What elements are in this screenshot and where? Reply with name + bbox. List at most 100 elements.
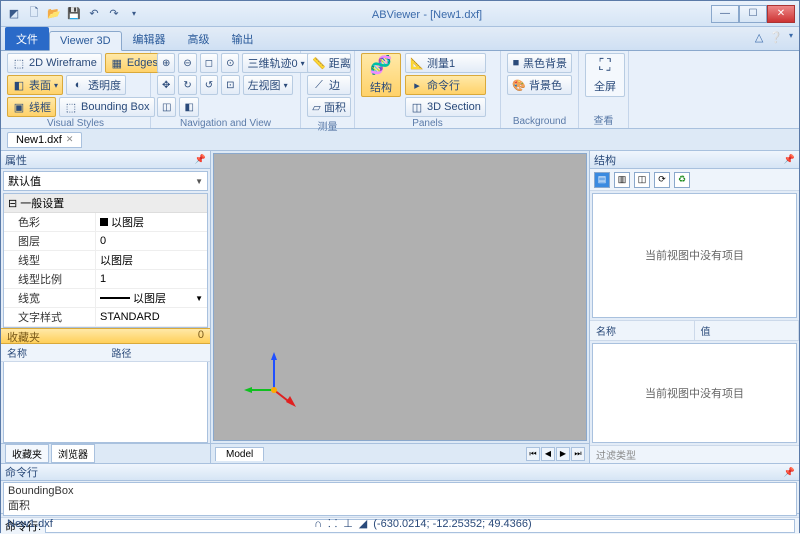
tab-advanced[interactable]: 高级	[177, 27, 221, 50]
ribbon: ⬚2D Wireframe ▦Edges ◧表面▾ ◐透明度 ▣线框 ⬚Boun…	[1, 51, 799, 129]
cmdline-button[interactable]: ▸命令行	[405, 75, 486, 95]
close-button[interactable]: ✕	[767, 5, 795, 23]
title-bar: ◩ 🗋 📂 💾 ↶ ↷ ▾ ABViewer - [New1.dxf] — ☐ …	[1, 1, 799, 27]
maximize-button[interactable]: ☐	[739, 5, 767, 23]
structure-title: 结构	[594, 152, 616, 168]
combo-value: 默认值	[8, 173, 41, 189]
scroll-first-icon[interactable]: ⏮	[526, 447, 540, 461]
ribbon-minimize-icon[interactable]: △	[755, 31, 763, 44]
app-name: ABViewer	[372, 9, 420, 21]
open-icon[interactable]: 📂	[45, 5, 63, 23]
command-header: 命令行 📌	[1, 464, 799, 481]
struct-btn5[interactable]: ♻	[674, 172, 690, 188]
tab-favorites[interactable]: 收藏夹	[5, 444, 49, 463]
group-measure: 测量	[307, 117, 348, 134]
bgcolor-icon: 🎨	[512, 78, 526, 92]
scroll-prev-icon[interactable]: ◀	[541, 447, 555, 461]
nav-btn2[interactable]: ⊖	[178, 53, 196, 73]
wireframe-button[interactable]: ⬚2D Wireframe	[7, 53, 102, 73]
canvas-3d[interactable]	[213, 153, 587, 441]
nav-btn3[interactable]: ◻	[200, 53, 218, 73]
minimize-button[interactable]: —	[711, 5, 739, 23]
bgcolor-button[interactable]: 🎨背景色	[507, 75, 572, 95]
cmd-icon: ▸	[410, 78, 424, 92]
blackbg-button[interactable]: ■黑色背景	[507, 53, 572, 73]
app-menu-icon[interactable]: ◩	[5, 5, 23, 23]
properties-title: 属性	[5, 152, 27, 168]
default-combo[interactable]: 默认值 ▼	[3, 171, 208, 191]
measure1-button[interactable]: 📐测量1	[405, 53, 486, 73]
window-title: ABViewer - [New1.dxf]	[143, 7, 711, 21]
nav-btn7[interactable]: ↺	[200, 75, 218, 95]
status-icon[interactable]: ⸬	[328, 516, 337, 531]
status-icon[interactable]: ⊥	[343, 517, 353, 530]
status-icon[interactable]: ∩	[314, 518, 322, 530]
struct-btn2[interactable]: ▥	[614, 172, 630, 188]
qat-dropdown-icon[interactable]: ▾	[125, 5, 143, 23]
transparency-button[interactable]: ◐透明度	[66, 75, 126, 95]
doc-tab[interactable]: New1.dxf ✕	[7, 132, 82, 148]
right-panel: 结构 📌 ▤ ▥ ◫ ⟳ ♻ 当前视图中没有项目 名称 值 当前视图中没有项目 …	[589, 151, 799, 463]
col-value[interactable]: 值	[695, 321, 800, 340]
col-name[interactable]: 名称	[1, 344, 106, 361]
fullscreen-button[interactable]: ⛶全屏	[585, 53, 625, 97]
col-path[interactable]: 路径	[106, 344, 211, 361]
scroll-next-icon[interactable]: ▶	[556, 447, 570, 461]
nav-btn4[interactable]: ⊙	[221, 53, 239, 73]
bbox-button[interactable]: ⬚Bounding Box	[59, 97, 155, 117]
tab-browser[interactable]: 浏览器	[51, 444, 95, 463]
leftview-button[interactable]: 左视图▾	[243, 75, 293, 95]
nav-btn10[interactable]: ◧	[179, 97, 198, 117]
pin-icon[interactable]: 📌	[784, 154, 795, 165]
track3d-button[interactable]: 三维轨迹0▾	[242, 53, 309, 73]
edge-button[interactable]: ⟋边	[307, 75, 351, 95]
section-button[interactable]: ◫3D Section	[405, 97, 486, 117]
struct-btn3[interactable]: ◫	[634, 172, 650, 188]
prop-row-textstyle[interactable]: 文字样式STANDARD	[4, 308, 207, 327]
pin-icon[interactable]: 📌	[784, 467, 795, 478]
area-button[interactable]: ▱面积	[307, 97, 351, 117]
scroll-last-icon[interactable]: ⏭	[571, 447, 585, 461]
tab-output[interactable]: 输出	[221, 27, 265, 50]
distance-button[interactable]: 📏距离	[307, 53, 351, 73]
prop-category[interactable]: ⊟ 一般设置	[4, 194, 207, 213]
filter-row[interactable]: 过滤类型	[590, 445, 799, 463]
surface-button[interactable]: ◧表面▾	[7, 75, 63, 95]
col-name[interactable]: 名称	[590, 321, 695, 340]
doc-name: [New1.dxf]	[430, 9, 482, 21]
ribbon-tabs: 文件 Viewer 3D 编辑器 高级 输出 △ ❔ ▾	[1, 27, 799, 51]
favorites-header[interactable]: 收藏夹0	[1, 328, 210, 344]
struct-btn4[interactable]: ⟳	[654, 172, 670, 188]
status-icon[interactable]: ◢	[359, 517, 367, 530]
tab-file[interactable]: 文件	[5, 27, 49, 50]
prop-row-color[interactable]: 色彩以图层	[4, 213, 207, 232]
property-grid: ⊟ 一般设置 色彩以图层 图层0 线型以图层 线型比例1 线宽以图层▼ 文字样式…	[3, 193, 208, 328]
group-navigation: Navigation and View	[157, 117, 294, 130]
edge-icon: ⟋	[312, 78, 326, 92]
prop-row-linetype[interactable]: 线型以图层	[4, 251, 207, 270]
bbox-icon: ⬚	[64, 100, 78, 114]
struct-big-button[interactable]: 🧬结构	[361, 53, 401, 97]
nav-btn1[interactable]: ⊕	[157, 53, 175, 73]
nav-btn8[interactable]: ⊡	[221, 75, 239, 95]
prop-row-lineweight[interactable]: 线宽以图层▼	[4, 289, 207, 308]
struct-btn1[interactable]: ▤	[594, 172, 610, 188]
cmd-line: 面积	[8, 497, 792, 513]
nav-btn5[interactable]: ✥	[157, 75, 175, 95]
prop-row-layer[interactable]: 图层0	[4, 232, 207, 251]
undo-icon[interactable]: ↶	[85, 5, 103, 23]
tab-model[interactable]: Model	[215, 447, 264, 461]
new-icon[interactable]: 🗋	[25, 5, 43, 23]
nav-btn9[interactable]: ◫	[157, 97, 176, 117]
save-icon[interactable]: 💾	[65, 5, 83, 23]
tab-viewer3d[interactable]: Viewer 3D	[49, 31, 122, 51]
structure-detail: 当前视图中没有项目	[592, 343, 797, 443]
tab-editor[interactable]: 编辑器	[122, 27, 177, 50]
wirebox-button[interactable]: ▣线框	[7, 97, 56, 117]
pin-icon[interactable]: 📌	[195, 154, 206, 165]
nav-btn6[interactable]: ↻	[178, 75, 196, 95]
prop-row-ltscale[interactable]: 线型比例1	[4, 270, 207, 289]
help-icon[interactable]: ❔	[769, 31, 783, 44]
close-tab-icon[interactable]: ✕	[66, 134, 74, 145]
redo-icon[interactable]: ↷	[105, 5, 123, 23]
